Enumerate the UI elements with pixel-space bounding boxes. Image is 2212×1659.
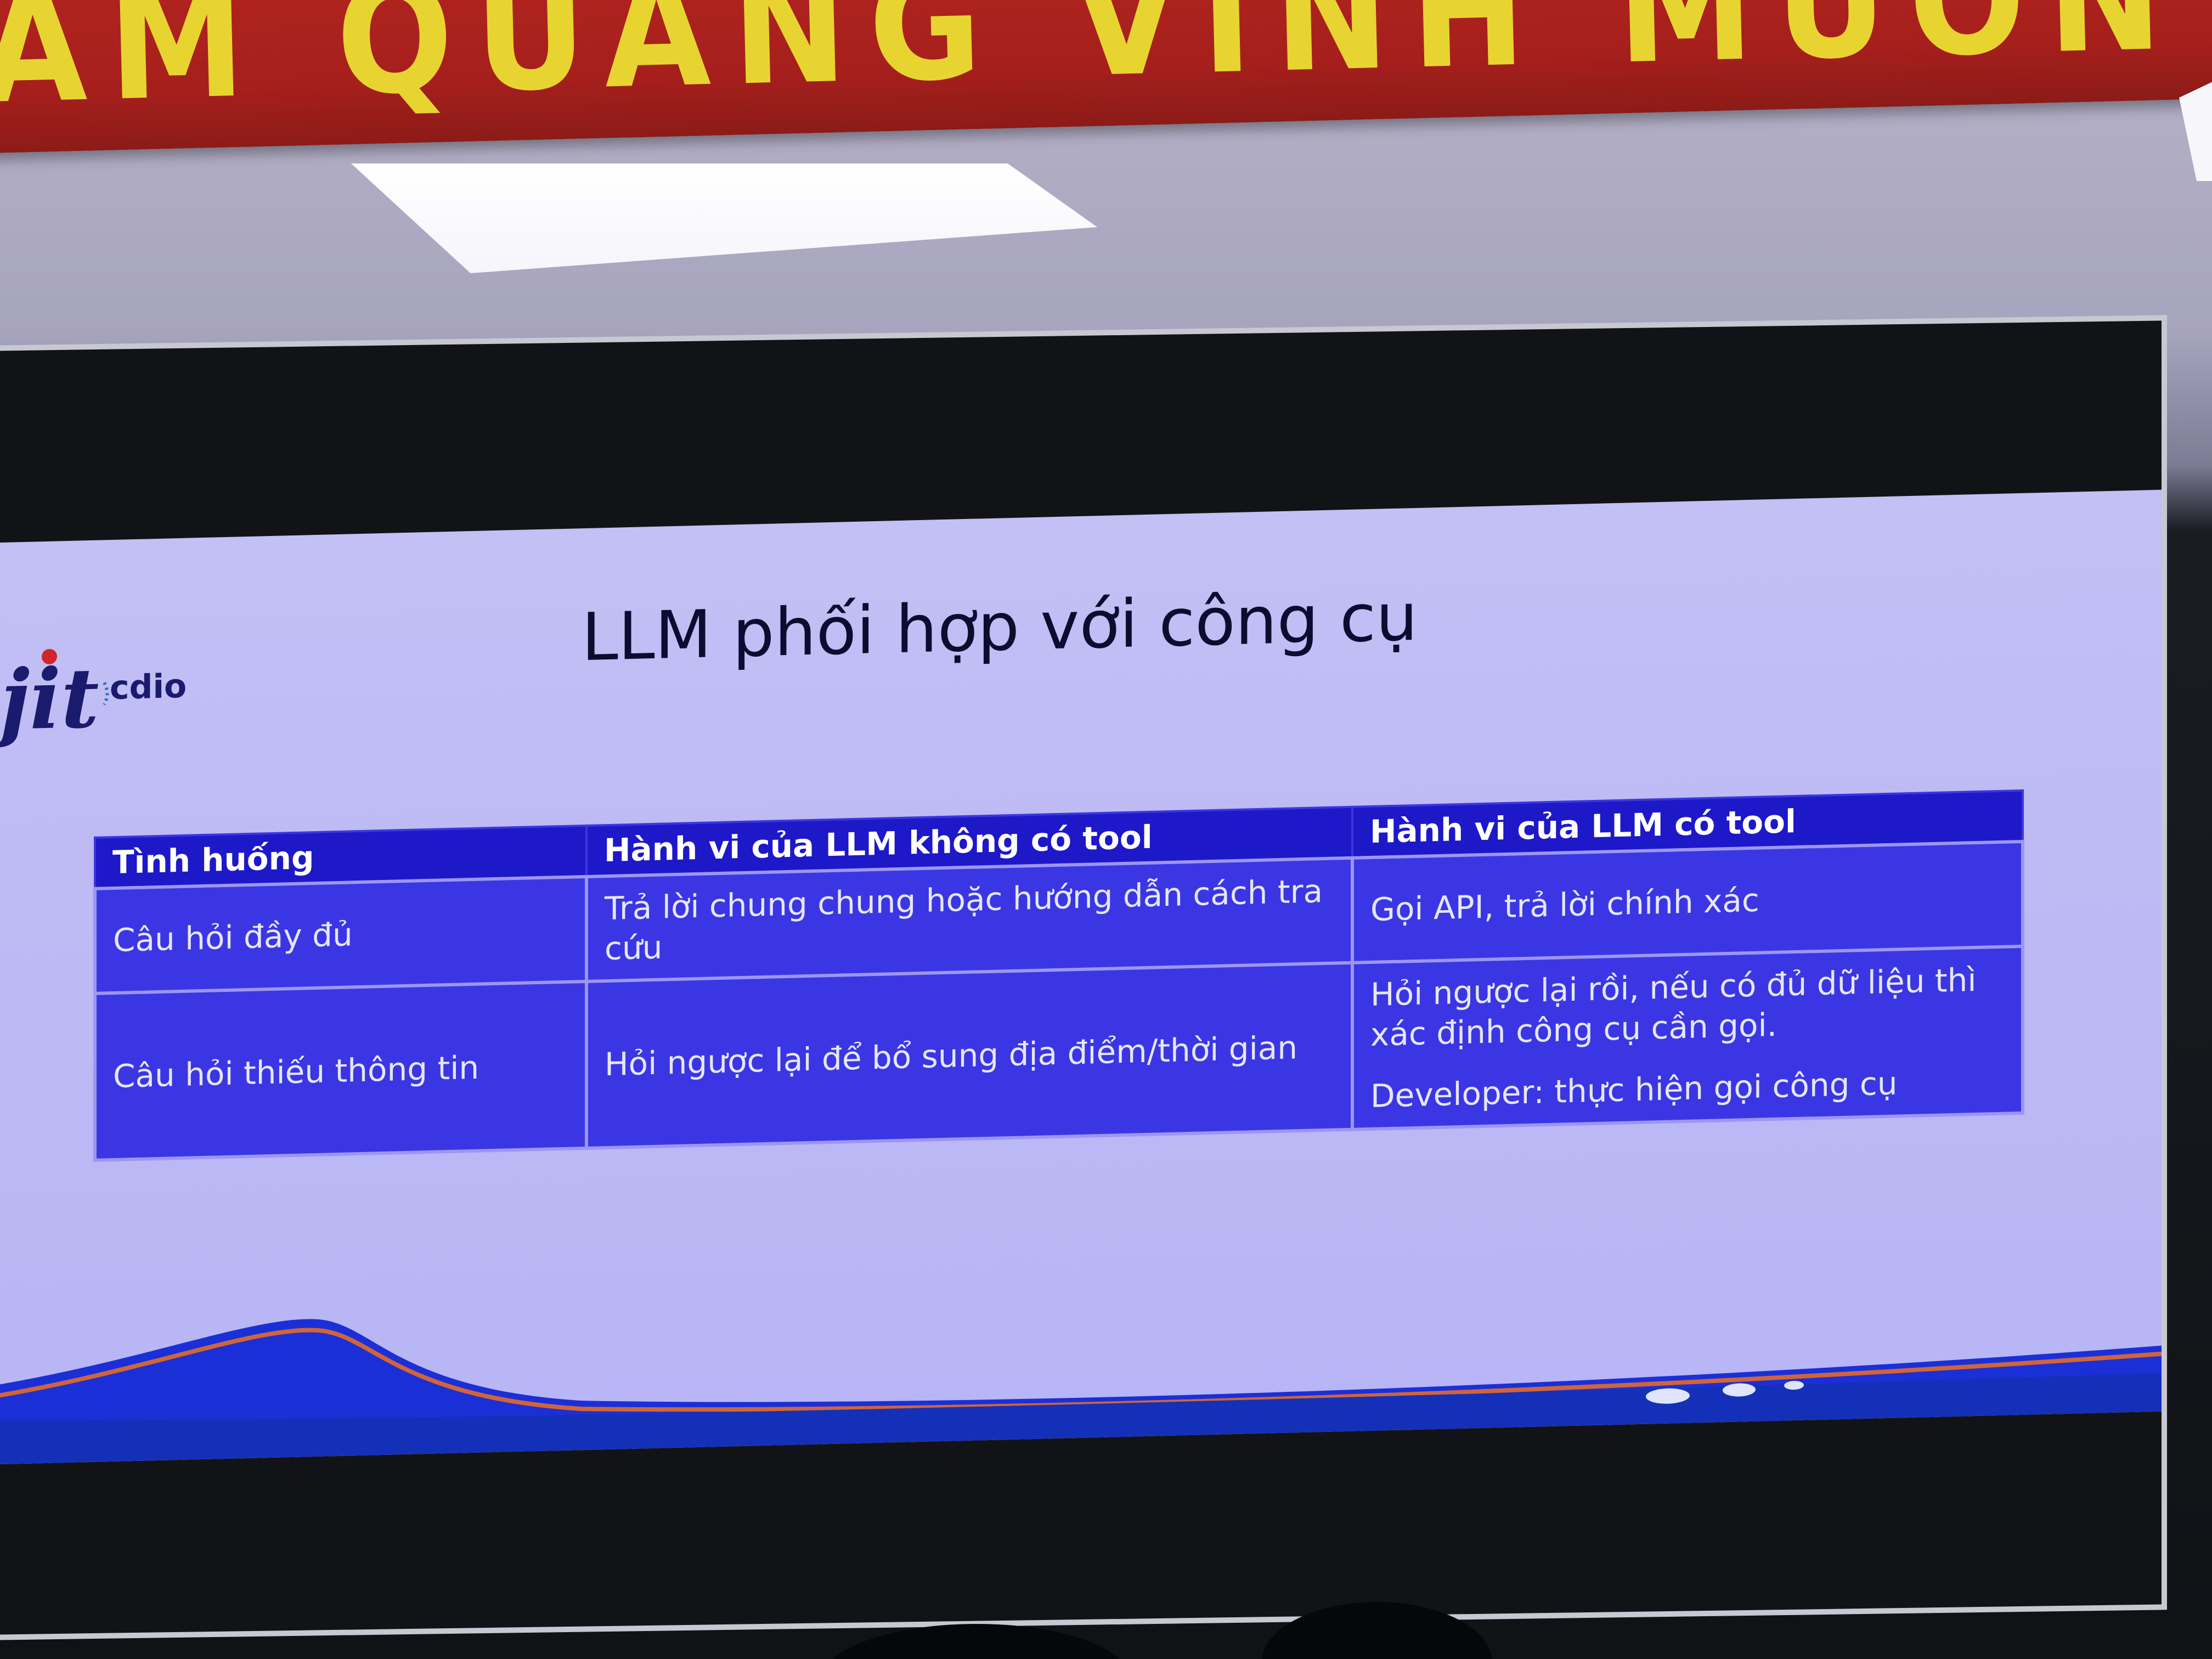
photo-scene: AM QUANG VINH MUON jit cdio LLM phối hợp… [0,0,2212,1659]
logo-cdio-text: cdio [110,667,187,707]
red-banner: AM QUANG VINH MUON [0,0,2212,154]
cell-with-tool: Gọi API, trả lời chính xác [1352,841,2023,963]
cell-with-tool-text: Gọi API, trả lời chính xác [1370,881,1759,929]
comparison-table-wrapper: Tình huống Hành vi của LLM không có tool… [93,789,2024,1162]
presentation-slide: jit cdio LLM phối hợp với công cụ Tình h… [0,489,2162,1465]
cell-with-tool-text: Hỏi ngược lại rồi, nếu có đủ dữ liệu thì… [1370,961,1977,1053]
cell-without-tool: Hỏi ngược lại để bổ sung địa điểm/thời g… [586,962,1352,1148]
audience-head [823,1624,1130,1659]
slide-title: LLM phối hợp với công cụ [582,579,1418,676]
cell-without-tool: Trả lời chung chung hoặc hướng dẫn cách … [586,857,1352,981]
comparison-table: Tình huống Hành vi của LLM không có tool… [93,789,2024,1162]
jit-cdio-logo: jit cdio [0,648,187,749]
banner-text: AM QUANG VINH MUON [0,0,2186,138]
logo-jit-text: jit [0,650,99,749]
ceiling-light [351,163,1097,273]
cell-situation: Câu hỏi thiếu thông tin [95,981,586,1160]
cell-situation: Câu hỏi đầy đủ [95,876,586,994]
cell-with-tool: Hỏi ngược lại rồi, nếu có đủ dữ liệu thì… [1352,946,2023,1130]
